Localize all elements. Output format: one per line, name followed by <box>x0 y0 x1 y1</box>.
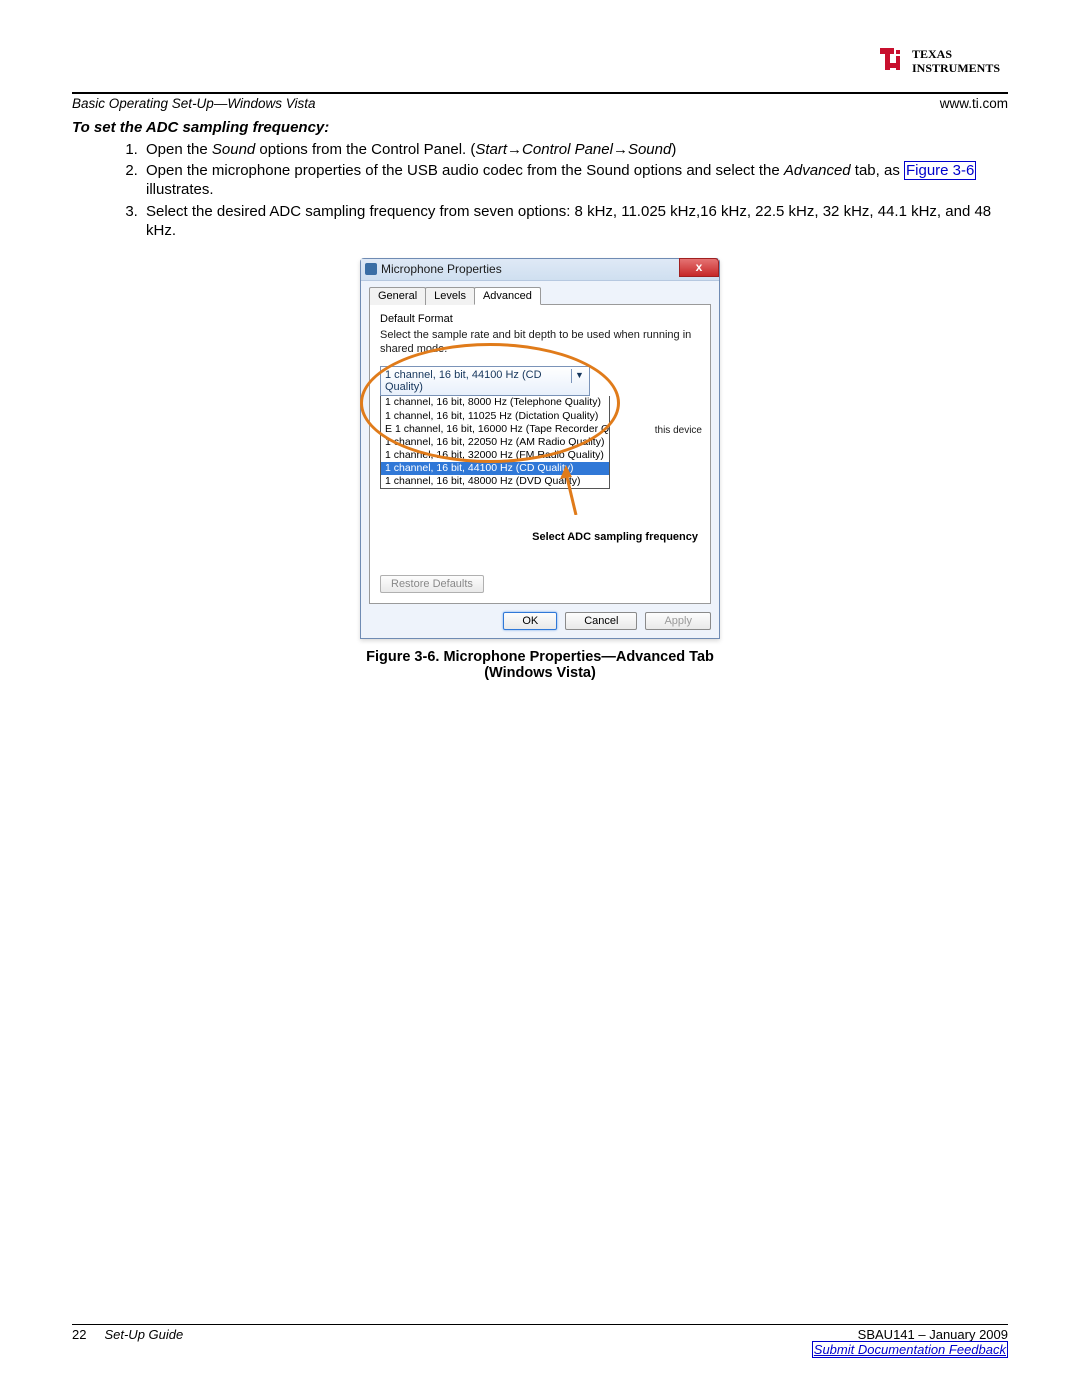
default-format-desc: Select the sample rate and bit depth to … <box>380 329 700 357</box>
option-8000[interactable]: 1 channel, 16 bit, 8000 Hz (Telephone Qu… <box>381 396 609 409</box>
option-32000[interactable]: 1 channel, 16 bit, 32000 Hz (FM Radio Qu… <box>381 449 609 462</box>
step-2: Open the microphone properties of the US… <box>142 161 1008 199</box>
option-44100[interactable]: 1 channel, 16 bit, 44100 Hz (CD Quality) <box>381 462 609 475</box>
option-16000[interactable]: E 1 channel, 16 bit, 16000 Hz (Tape Reco… <box>381 423 609 436</box>
default-format-label: Default Format <box>380 313 700 325</box>
steps-list: Open the Sound options from the Control … <box>142 140 1008 240</box>
step-1-text-c: ) <box>671 141 676 158</box>
microphone-icon <box>365 263 377 275</box>
dialog-button-row: OK Cancel Apply <box>369 612 711 630</box>
ok-button[interactable]: OK <box>503 612 557 630</box>
option-48000[interactable]: 1 channel, 16 bit, 48000 Hz (DVD Quality… <box>381 475 609 488</box>
footer-rule <box>72 1324 1008 1325</box>
step-1-text-a: Open the <box>146 141 212 158</box>
restore-defaults-button[interactable]: Restore Defaults <box>380 575 484 593</box>
sample-rate-dropdown[interactable]: 1 channel, 16 bit, 44100 Hz (CD Quality)… <box>380 366 590 396</box>
dialog-title: Microphone Properties <box>381 262 502 276</box>
option-11025[interactable]: 1 channel, 16 bit, 11025 Hz (Dictation Q… <box>381 410 609 423</box>
svg-text:INSTRUMENTS: INSTRUMENTS <box>912 61 1000 75</box>
option-preface: E <box>385 423 392 435</box>
apply-button[interactable]: Apply <box>645 612 711 630</box>
page-footer: 22 Set-Up Guide SBAU141 – January 2009 S… <box>72 1324 1008 1357</box>
option-22050[interactable]: 1 channel, 16 bit, 22050 Hz (AM Radio Qu… <box>381 436 609 449</box>
cancel-button[interactable]: Cancel <box>565 612 637 630</box>
header-line: Basic Operating Set-Up—Windows Vista www… <box>72 96 1008 111</box>
doc-id: SBAU141 – January 2009 <box>812 1327 1008 1342</box>
tab-advanced[interactable]: Advanced <box>474 287 541 305</box>
step-2-text-c: illustrates. <box>146 181 214 198</box>
header-right: www.ti.com <box>940 96 1008 111</box>
figure-caption: Figure 3-6. Microphone Properties—Advanc… <box>360 649 720 681</box>
svg-text:TEXAS: TEXAS <box>912 47 952 61</box>
step-2-text-b: tab, as <box>851 162 904 179</box>
figure-3-6: Microphone Properties x General Levels A… <box>360 258 720 681</box>
advanced-panel: Default Format Select the sample rate an… <box>369 304 711 604</box>
ti-logo-svg: TEXAS INSTRUMENTS <box>878 40 1008 80</box>
step-3: Select the desired ADC sampling frequenc… <box>142 202 1008 240</box>
step-3-text: Select the desired ADC sampling frequenc… <box>146 203 991 239</box>
page-number: 22 <box>72 1327 86 1342</box>
option-16000-text: 1 channel, 16 bit, 16000 Hz (Tape Record… <box>395 423 609 435</box>
submit-feedback-link[interactable]: Submit Documentation Feedback <box>812 1341 1008 1358</box>
dropdown-selected: 1 channel, 16 bit, 44100 Hz (CD Quality) <box>385 369 542 393</box>
annotation-text: Select ADC sampling frequency <box>532 531 698 543</box>
sample-rate-option-list[interactable]: 1 channel, 16 bit, 8000 Hz (Telephone Qu… <box>380 396 610 489</box>
step-1: Open the Sound options from the Control … <box>142 140 1008 159</box>
chevron-down-icon: ▼ <box>571 369 587 383</box>
exclusive-fragment: this device <box>655 425 702 436</box>
footer-guide: Set-Up Guide <box>104 1327 183 1342</box>
header-rule <box>72 92 1008 94</box>
tabs-row: General Levels Advanced <box>369 287 711 305</box>
tab-levels[interactable]: Levels <box>425 287 475 305</box>
close-button[interactable]: x <box>679 258 719 277</box>
section-title: To set the ADC sampling frequency: <box>72 119 1008 136</box>
figure-link-3-6[interactable]: Figure 3-6 <box>904 161 976 180</box>
microphone-properties-dialog: Microphone Properties x General Levels A… <box>360 258 720 639</box>
step-2-text-a: Open the microphone properties of the US… <box>146 162 784 179</box>
step-1-text-b: options from the Control Panel. ( <box>255 141 475 158</box>
tab-general[interactable]: General <box>369 287 426 305</box>
ti-logo: TEXAS INSTRUMENTS <box>878 40 1008 83</box>
step-2-em1: Advanced <box>784 162 851 179</box>
step-1-em1: Sound <box>212 141 255 158</box>
header-left: Basic Operating Set-Up—Windows Vista <box>72 96 315 111</box>
dialog-title-bar: Microphone Properties x <box>361 259 719 281</box>
step-1-em2: Start→Control Panel→Sound <box>475 141 671 158</box>
